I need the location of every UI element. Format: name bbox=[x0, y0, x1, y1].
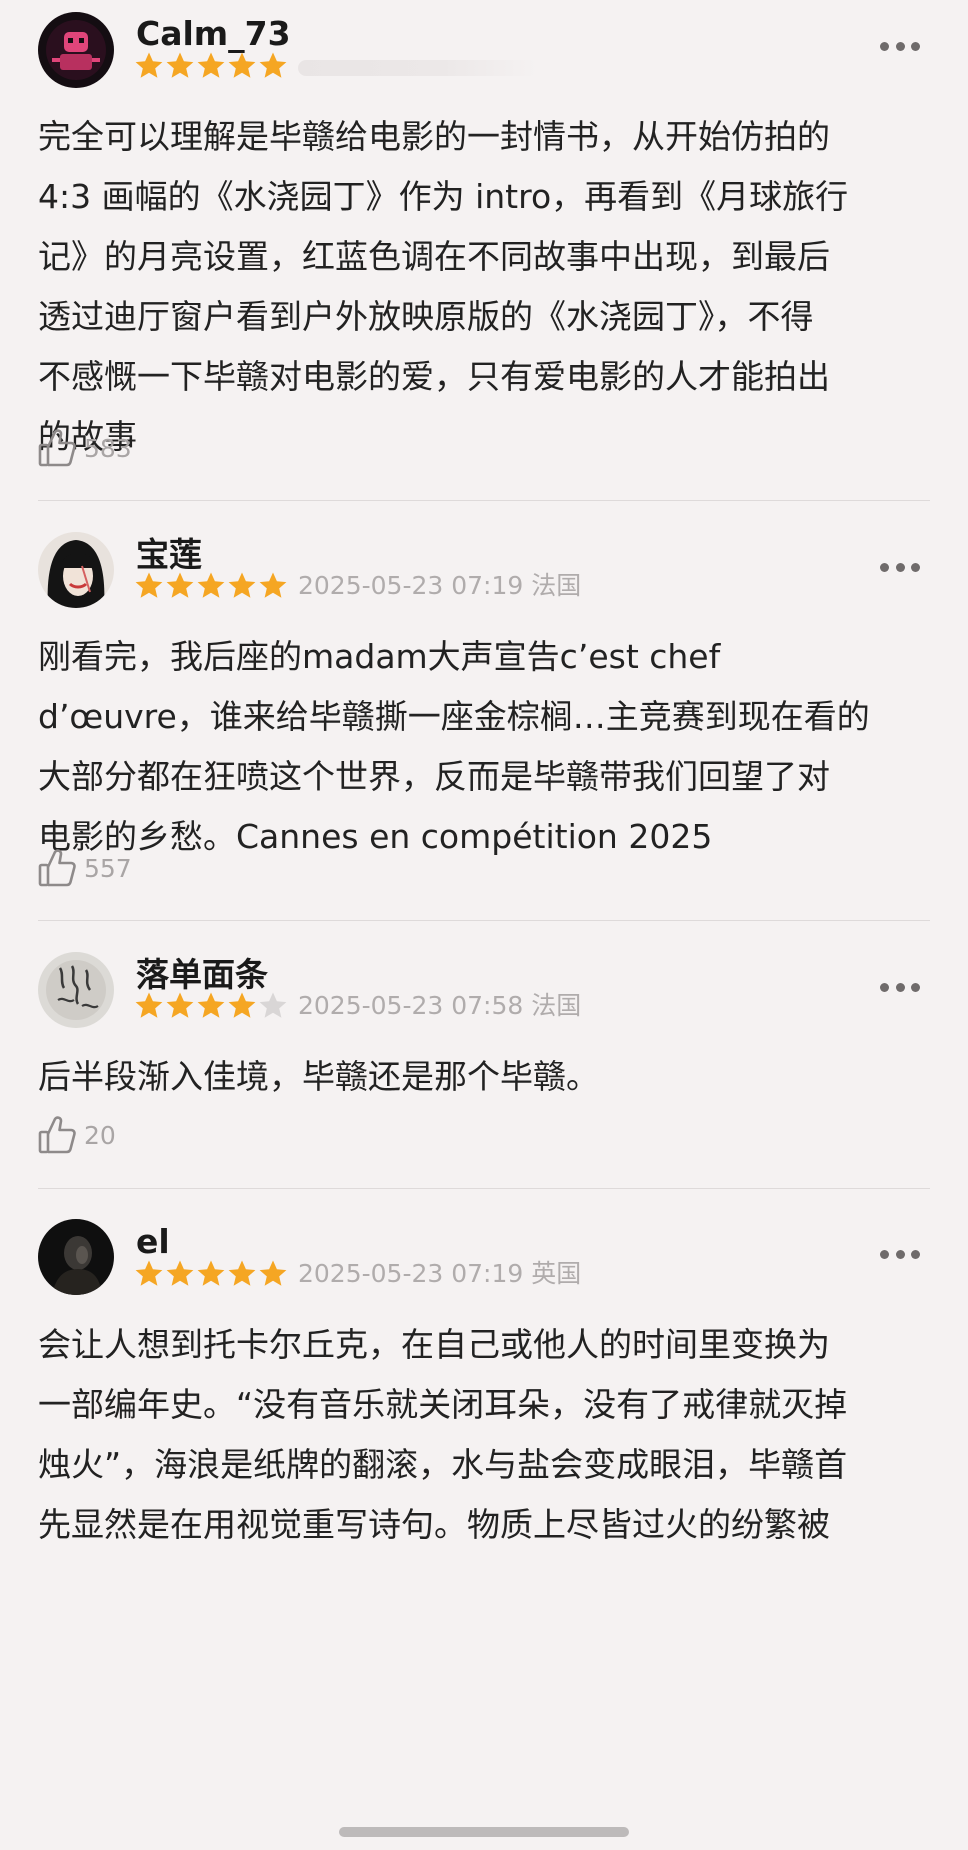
more-dots-icon bbox=[880, 982, 889, 992]
star-filled-icon bbox=[166, 572, 194, 598]
username[interactable]: el bbox=[136, 1222, 170, 1262]
star-filled-icon bbox=[166, 992, 194, 1018]
review-divider bbox=[38, 920, 930, 921]
user-avatar[interactable] bbox=[38, 532, 114, 608]
user-avatar[interactable] bbox=[38, 952, 114, 1028]
more-dots-icon bbox=[911, 982, 920, 992]
review-meta: 2025-05-23 07:19 英国 bbox=[298, 1259, 582, 1288]
star-filled-icon bbox=[166, 52, 194, 78]
user-avatar[interactable] bbox=[38, 12, 114, 88]
more-options-button[interactable] bbox=[880, 981, 920, 993]
user-avatar[interactable] bbox=[38, 1219, 114, 1295]
more-options-button[interactable] bbox=[880, 1248, 920, 1260]
more-dots-icon bbox=[880, 562, 889, 572]
star-filled-icon bbox=[228, 572, 256, 598]
star-rating bbox=[134, 991, 288, 1023]
star-rating bbox=[134, 571, 288, 603]
more-dots-icon bbox=[895, 41, 905, 51]
review-text: 后半段渐入佳境，毕赣还是那个毕赣。 bbox=[38, 1057, 599, 1096]
like-button[interactable]: 557 bbox=[38, 844, 132, 892]
more-dots-icon bbox=[895, 562, 905, 572]
more-dots-icon bbox=[911, 1249, 920, 1259]
thumbs-up-icon bbox=[38, 848, 76, 888]
like-count: 20 bbox=[84, 1120, 116, 1150]
more-options-button[interactable] bbox=[880, 40, 920, 52]
home-indicator[interactable] bbox=[339, 1827, 629, 1837]
more-dots-icon bbox=[911, 562, 920, 572]
review-meta-blurred bbox=[298, 60, 538, 76]
star-filled-icon bbox=[135, 992, 163, 1018]
thumbs-up-icon bbox=[38, 428, 76, 468]
star-filled-icon bbox=[259, 52, 287, 78]
review-text: 完全可以理解是毕赣给电影的一封情书，从开始仿拍的 4:3 画幅的《水浇园丁》作为… bbox=[38, 117, 849, 456]
star-rating bbox=[134, 51, 288, 83]
more-dots-icon bbox=[911, 41, 920, 51]
star-filled-icon bbox=[197, 1260, 225, 1286]
bottom-fade bbox=[0, 1790, 968, 1850]
like-button[interactable]: 583 bbox=[38, 424, 132, 472]
username[interactable]: 落单面条 bbox=[136, 955, 268, 995]
username[interactable]: 宝莲 bbox=[136, 535, 202, 575]
star-filled-icon bbox=[228, 52, 256, 78]
username[interactable]: Calm_73 bbox=[136, 14, 291, 54]
star-filled-icon bbox=[259, 572, 287, 598]
star-filled-icon bbox=[135, 1260, 163, 1286]
star-rating bbox=[134, 1259, 288, 1291]
review-meta: 2025-05-23 07:19 法国 bbox=[298, 571, 582, 600]
star-filled-icon bbox=[197, 572, 225, 598]
star-filled-icon bbox=[135, 52, 163, 78]
star-filled-icon bbox=[259, 1260, 287, 1286]
more-options-button[interactable] bbox=[880, 561, 920, 573]
more-dots-icon bbox=[880, 1249, 889, 1259]
star-filled-icon bbox=[197, 52, 225, 78]
like-count: 583 bbox=[84, 433, 132, 463]
star-filled-icon bbox=[228, 1260, 256, 1286]
star-filled-icon bbox=[166, 1260, 194, 1286]
review-divider bbox=[38, 1188, 930, 1189]
star-filled-icon bbox=[228, 992, 256, 1018]
more-dots-icon bbox=[895, 1249, 905, 1259]
like-count: 557 bbox=[84, 853, 132, 883]
more-dots-icon bbox=[895, 982, 905, 992]
star-filled-icon bbox=[135, 572, 163, 598]
review-meta: 2025-05-23 07:58 法国 bbox=[298, 991, 582, 1020]
star-filled-icon bbox=[197, 992, 225, 1018]
more-dots-icon bbox=[880, 41, 889, 51]
thumbs-up-icon bbox=[38, 1115, 76, 1155]
review-divider bbox=[38, 500, 930, 501]
review-text: 刚看完，我后座的madam大声宣告c’est chef d’œuvre，谁来给毕… bbox=[38, 637, 870, 856]
review-text: 会让人想到托卡尔丘克，在自己或他人的时间里变换为 一部编年史。“没有音乐就关闭耳… bbox=[38, 1325, 848, 1544]
like-button[interactable]: 20 bbox=[38, 1111, 116, 1159]
star-empty-icon bbox=[259, 992, 287, 1018]
